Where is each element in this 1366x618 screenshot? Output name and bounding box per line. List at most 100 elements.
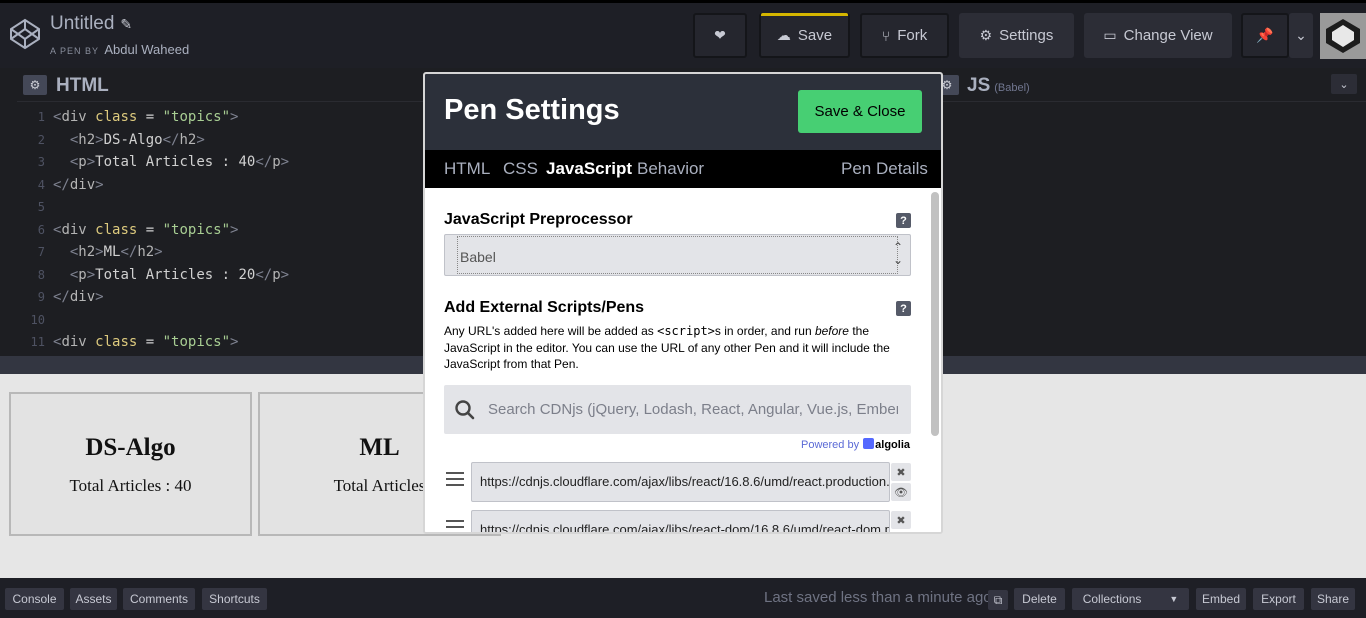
- js-preprocessor-title: JavaScript Preprocessor: [444, 211, 633, 228]
- modal-body[interactable]: JavaScript Preprocessor ? Babel ⌃ ⌄ Add E…: [425, 188, 941, 534]
- code-token: </: [120, 244, 138, 260]
- code-token: class: [95, 109, 138, 125]
- js-editor-panel[interactable]: ⚙ JS (Babel) ⌄: [935, 68, 1366, 356]
- code-line[interactable]: 5: [17, 196, 289, 219]
- code-token: >: [86, 266, 96, 283]
- code-token: >: [154, 244, 163, 260]
- modal-scrollbar[interactable]: [931, 192, 939, 436]
- code-line[interactable]: 6 <div class = "topics">: [17, 219, 289, 242]
- tab-css[interactable]: CSS: [503, 159, 538, 179]
- js-preprocessor-select[interactable]: Babel ⌃ ⌄: [444, 234, 911, 276]
- line-number: 9: [37, 290, 45, 304]
- code-token: h2: [78, 244, 96, 260]
- external-url-value: https://cdnjs.cloudflare.com/ajax/libs/r…: [480, 522, 889, 534]
- code-line[interactable]: 1 <div class = "topics">: [17, 106, 289, 129]
- view-url-eye-icon[interactable]: 👁: [891, 483, 911, 501]
- settings-button[interactable]: ⚙ Settings: [959, 13, 1074, 58]
- code-line[interactable]: 11 <div class = "topics">: [17, 331, 289, 354]
- desc-code: <script>: [657, 324, 715, 338]
- code-token: >: [95, 244, 104, 260]
- fork-button[interactable]: ⑂ Fork: [860, 13, 949, 58]
- code-token: </: [255, 266, 273, 283]
- export-button[interactable]: Export: [1253, 588, 1304, 610]
- code-line[interactable]: 4 </div>: [17, 174, 289, 197]
- layout-icon: ▭: [1103, 27, 1117, 43]
- js-collapse-chevron-icon[interactable]: ⌄: [1331, 74, 1357, 94]
- embed-button[interactable]: Embed: [1196, 588, 1246, 610]
- external-url-field[interactable]: https://cdnjs.cloudflare.com/ajax/libs/r…: [471, 462, 890, 502]
- remove-url-close-icon[interactable]: ✖: [891, 511, 911, 529]
- gear-icon: ⚙: [979, 27, 993, 43]
- code-token: div: [61, 109, 96, 125]
- code-token: =: [137, 334, 163, 350]
- change-view-label: Change View: [1123, 27, 1213, 44]
- pen-title[interactable]: Untitled ✎: [50, 13, 132, 35]
- external-link-icon[interactable]: ⧉: [988, 590, 1008, 610]
- code-token: >: [280, 154, 290, 170]
- change-view-button[interactable]: ▭ Change View: [1084, 13, 1232, 58]
- external-url-field[interactable]: https://cdnjs.cloudflare.com/ajax/libs/r…: [471, 510, 890, 534]
- algolia-brand: algolia: [875, 439, 910, 451]
- html-settings-gear-icon[interactable]: ⚙: [23, 75, 47, 95]
- codepen-logo-icon[interactable]: [8, 17, 42, 51]
- code-line[interactable]: 3 <p>Total Articles : 40</p>: [17, 151, 289, 174]
- js-editor-header: ⚙ JS (Babel) ⌄: [935, 68, 1366, 102]
- code-token: DS-Algo: [103, 131, 163, 148]
- html-code-lines[interactable]: 1 <div class = "topics"> 2 <h2>DS-Algo</h2…: [17, 106, 290, 354]
- fork-label: Fork: [897, 27, 928, 44]
- pin-button[interactable]: 📌: [1241, 13, 1289, 58]
- code-line[interactable]: 10: [17, 309, 289, 332]
- shortcuts-button[interactable]: Shortcuts: [202, 588, 267, 610]
- avatar-image: [1320, 13, 1366, 59]
- code-token: "topics": [162, 334, 231, 350]
- code-token: "topics": [162, 221, 231, 238]
- pencil-icon[interactable]: ✎: [120, 16, 132, 32]
- console-button[interactable]: Console: [5, 588, 64, 610]
- share-button[interactable]: Share: [1311, 588, 1355, 610]
- drag-handle-icon[interactable]: [446, 472, 464, 488]
- pin-menu-toggle[interactable]: ⌄: [1289, 13, 1313, 58]
- code-line[interactable]: 2 <h2>DS-Algo</h2>: [17, 129, 289, 152]
- save-close-button[interactable]: Save & Close: [798, 90, 922, 133]
- topic-count: Total Articles : 40: [69, 476, 192, 495]
- cdnjs-search-input[interactable]: [488, 391, 898, 427]
- drag-handle-icon[interactable]: [446, 520, 464, 532]
- delete-button[interactable]: Delete: [1014, 588, 1065, 610]
- help-icon[interactable]: ?: [896, 213, 911, 228]
- js-editor-title: JS (Babel): [967, 75, 1030, 97]
- line-number: 6: [37, 222, 45, 237]
- love-button[interactable]: ❤: [693, 13, 747, 58]
- code-token: >: [280, 266, 290, 283]
- code-line[interactable]: 9 </div>: [17, 286, 289, 309]
- comments-button[interactable]: Comments: [123, 588, 195, 610]
- assets-button[interactable]: Assets: [70, 588, 117, 610]
- powered-by-label: Powered by: [801, 439, 860, 451]
- code-token: >: [230, 109, 239, 125]
- tab-html[interactable]: HTML: [444, 159, 490, 179]
- code-line[interactable]: 8 <p>Total Articles : 20</p>: [17, 264, 289, 287]
- tab-javascript[interactable]: JavaScript: [546, 159, 632, 179]
- modal-tabs: HTML CSS JavaScript Behavior Pen Details: [425, 150, 941, 188]
- code-token: =: [137, 109, 163, 125]
- code-token: </: [255, 154, 273, 170]
- code-line[interactable]: 7 <h2>ML</h2>: [17, 241, 289, 264]
- heart-icon: ❤: [714, 27, 726, 43]
- tab-pen-details[interactable]: Pen Details: [841, 159, 928, 179]
- collections-button[interactable]: Collections ▼: [1072, 588, 1189, 610]
- help-icon[interactable]: ?: [896, 301, 911, 316]
- user-avatar[interactable]: [1320, 13, 1366, 59]
- search-icon: [455, 400, 475, 420]
- code-token: =: [137, 221, 163, 238]
- fork-icon: ⑂: [881, 27, 891, 44]
- select-arrows-icon: ⌃ ⌄: [892, 240, 903, 267]
- remove-url-close-icon[interactable]: ✖: [891, 463, 911, 481]
- settings-label: Settings: [999, 27, 1054, 44]
- html-editor-panel[interactable]: ⚙ HTML 1 <div class = "topics"> 2 <h2>DS-A…: [17, 68, 457, 356]
- cdnjs-search-box: [444, 385, 911, 434]
- powered-by-algolia[interactable]: Powered by algolia: [801, 438, 910, 451]
- tab-behavior[interactable]: Behavior: [637, 159, 704, 179]
- save-button[interactable]: ☁ Save: [759, 13, 850, 58]
- author-link[interactable]: Abdul Waheed: [104, 42, 189, 57]
- header-bar: Untitled ✎ A PEN BY Abdul Waheed ❤ ☁ Save…: [0, 0, 1366, 68]
